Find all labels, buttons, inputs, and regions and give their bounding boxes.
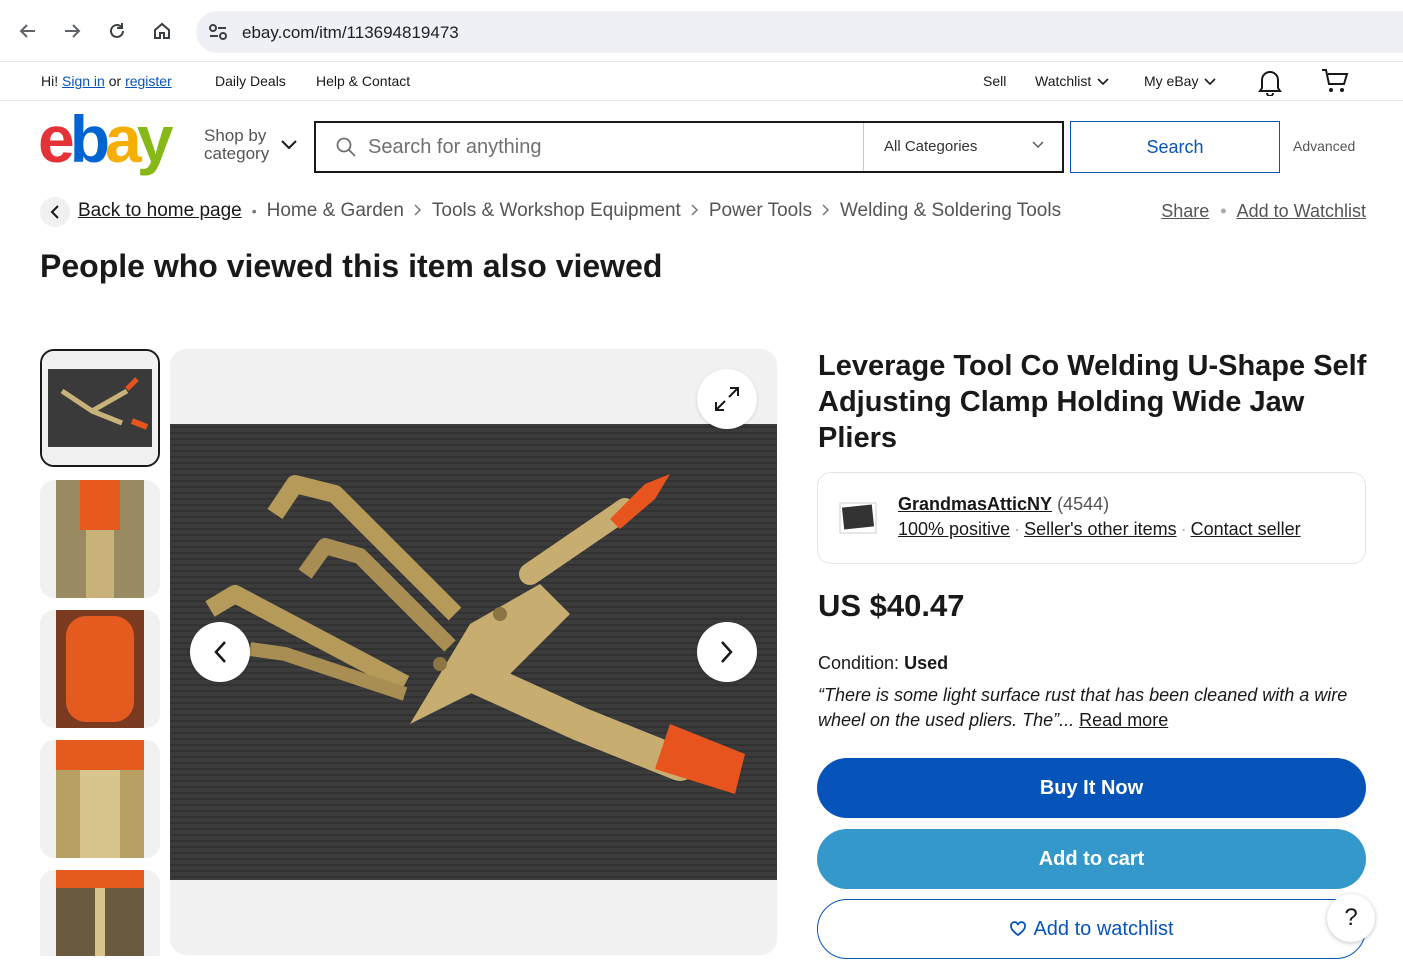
cart-icon[interactable] — [1320, 67, 1350, 98]
heart-icon — [1010, 921, 1027, 937]
seller-name-row: GrandmasAtticNY (4544) — [898, 494, 1109, 515]
read-more-link[interactable]: Read more — [1079, 710, 1168, 730]
chevron-down-icon — [1032, 141, 1044, 148]
svg-text:ebay: ebay — [38, 110, 174, 176]
chevron-right-icon — [721, 641, 733, 663]
add-to-watchlist-button[interactable]: Add to watchlist — [817, 899, 1366, 959]
seller-avatar[interactable] — [836, 497, 880, 546]
reload-icon[interactable] — [102, 16, 132, 46]
address-bar[interactable]: ebay.com/itm/113694819473 — [196, 11, 1403, 53]
browser-toolbar: ebay.com/itm/113694819473 — [0, 0, 1403, 62]
watchlist-label: Watchlist — [1035, 73, 1092, 89]
chevron-down-icon — [1204, 78, 1216, 86]
url-text[interactable]: ebay.com/itm/113694819473 — [242, 23, 459, 43]
seller-name-link[interactable]: GrandmasAtticNY — [898, 494, 1052, 514]
next-image-button[interactable] — [697, 622, 757, 682]
shop-by-line1: Shop by — [204, 126, 267, 145]
category-select[interactable]: All Categories — [863, 123, 1062, 171]
share-links: Share • Add to Watchlist — [1161, 201, 1366, 222]
daily-deals-link[interactable]: Daily Deals — [215, 73, 286, 89]
greeting-text: Hi! — [41, 73, 59, 89]
search-icon — [336, 137, 356, 162]
my-ebay-menu[interactable]: My eBay — [1144, 73, 1216, 89]
advanced-search-link[interactable]: Advanced — [1293, 138, 1355, 154]
thumbnail-image[interactable] — [40, 870, 160, 956]
product-photo — [170, 424, 777, 880]
sell-link[interactable]: Sell — [983, 73, 1006, 89]
back-arrow-icon[interactable] — [13, 16, 43, 46]
condition-description: “There is some light surface rust that h… — [818, 683, 1368, 733]
sign-in-link[interactable]: Sign in — [62, 73, 105, 89]
condition-value: Used — [904, 653, 949, 673]
my-ebay-label: My eBay — [1144, 73, 1199, 89]
greeting: Hi! Sign in or register — [41, 73, 172, 89]
contact-seller-link[interactable]: Contact seller — [1191, 519, 1301, 539]
dot-separator: • — [251, 203, 257, 219]
chevron-right-icon — [691, 203, 699, 219]
back-home-link[interactable]: Back to home page — [78, 200, 242, 222]
chevron-down-icon — [1097, 78, 1109, 86]
add-to-watchlist-label: Add to watchlist — [1033, 917, 1174, 940]
chevron-down-icon[interactable] — [280, 138, 298, 156]
main-image-viewer[interactable] — [170, 349, 777, 955]
home-icon[interactable] — [147, 16, 177, 46]
top-utility-bar: Hi! Sign in or register Daily Deals Help… — [0, 62, 1403, 101]
back-button[interactable] — [40, 197, 70, 227]
watchlist-menu[interactable]: Watchlist — [1035, 73, 1109, 89]
shop-by-line2: category — [204, 144, 270, 163]
site-settings-icon[interactable] — [208, 23, 228, 46]
breadcrumb-item-welding[interactable]: Welding & Soldering Tools — [840, 200, 1061, 222]
add-to-cart-button[interactable]: Add to cart — [817, 829, 1366, 889]
thumbnail-image[interactable] — [40, 349, 160, 467]
section-title: People who viewed this item also viewed — [40, 248, 663, 284]
chevron-left-icon — [214, 641, 226, 663]
dot-separator: · — [1014, 519, 1021, 539]
or-text: or — [108, 73, 122, 89]
breadcrumb: Back to home page • Home & Garden Tools … — [78, 200, 1061, 222]
breadcrumb-item-tools[interactable]: Tools & Workshop Equipment — [432, 200, 681, 222]
breadcrumb-item-home-garden[interactable]: Home & Garden — [267, 200, 404, 222]
buy-it-now-button[interactable]: Buy It Now — [817, 758, 1366, 818]
seller-other-items-link[interactable]: Seller's other items — [1024, 519, 1177, 539]
chevron-right-icon — [822, 203, 830, 219]
breadcrumb-item-power-tools[interactable]: Power Tools — [709, 200, 812, 222]
expand-icon[interactable] — [697, 369, 757, 429]
search-button[interactable]: Search — [1070, 121, 1280, 173]
previous-image-button[interactable] — [190, 622, 250, 682]
condition-label: Condition: — [818, 653, 900, 673]
share-link[interactable]: Share — [1161, 201, 1209, 221]
dot-separator: · — [1180, 519, 1187, 539]
seller-feedback-count: (4544) — [1057, 494, 1110, 514]
condition-row: Condition: Used — [818, 653, 948, 674]
shop-by-category[interactable]: Shop by category — [204, 127, 269, 163]
forward-arrow-icon[interactable] — [57, 16, 87, 46]
search-input[interactable] — [368, 123, 858, 171]
register-link[interactable]: register — [125, 73, 172, 89]
chevron-left-icon — [50, 205, 59, 219]
add-to-watchlist-link[interactable]: Add to Watchlist — [1237, 201, 1366, 221]
seller-card: GrandmasAtticNY (4544) 100% positive · Sel… — [817, 472, 1366, 564]
help-button[interactable]: ? — [1327, 894, 1375, 942]
item-price: US $40.47 — [818, 588, 965, 623]
dot-separator: • — [1220, 201, 1227, 221]
item-title: Leverage Tool Co Welding U-Shape Self Ad… — [818, 350, 1367, 454]
thumbnail-image[interactable] — [40, 610, 160, 728]
seller-links: 100% positive · Seller's other items · Conta… — [898, 519, 1301, 540]
thumbnail-image[interactable] — [40, 480, 160, 598]
ebay-logo[interactable]: ebay — [38, 102, 188, 180]
help-contact-link[interactable]: Help & Contact — [316, 73, 410, 89]
search-bar: All Categories — [314, 121, 1064, 173]
positive-feedback-link[interactable]: 100% positive — [898, 519, 1010, 539]
category-value: All Categories — [884, 138, 978, 155]
chevron-right-icon — [414, 203, 422, 219]
notification-bell-icon[interactable] — [1257, 68, 1283, 99]
thumbnail-image[interactable] — [40, 740, 160, 858]
